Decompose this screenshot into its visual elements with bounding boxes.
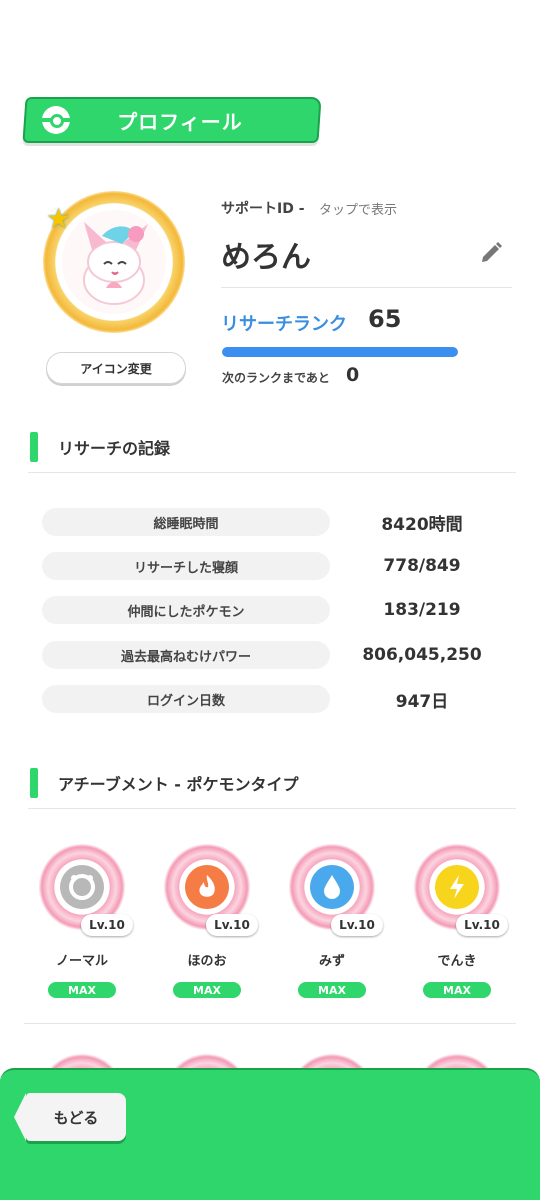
star-icon: ★ [46,202,72,235]
stat-value: 947日 [395,691,449,712]
section-accent-bar [30,768,38,798]
avatar [62,210,166,314]
badge-max-tag: MAX [298,982,366,998]
icon-change-button[interactable]: アイコン変更 [46,352,186,384]
badge-level: Lv.10 [331,914,383,936]
stat-label: 過去最高ねむけパワー [42,641,330,669]
records-section-title: リサーチの記録 [58,439,171,458]
pokeball-icon [42,106,70,134]
badge-name: でんき [437,954,477,969]
stat-row: ログイン日数 947日 [42,685,502,713]
stat-label: ログイン日数 [42,685,330,713]
type-badge-electric[interactable]: Lv.10 でんき MAX [414,844,508,1004]
badge-level: Lv.10 [81,914,133,936]
badge-max-tag: MAX [423,982,491,998]
support-id-reveal[interactable]: タップで表示 [319,199,397,218]
next-rank-value: 0 [346,364,360,386]
badge-max-tag: MAX [48,982,116,998]
normal-type-icon [60,865,104,909]
stat-label: 仲間にしたポケモン [42,596,330,624]
page-title: プロフィール [117,109,243,134]
divider [221,287,512,288]
type-badge-water[interactable]: Lv.10 みず MAX [289,844,383,1004]
next-rank-label: 次のランクまであと [222,371,330,385]
back-button[interactable]: もどる [14,1093,126,1141]
player-name: めろん [221,240,311,275]
stat-label: 総睡眠時間 [42,508,330,536]
stat-value: 8420時間 [381,514,463,535]
rank-progress-bar [222,347,458,357]
achievements-section-header: アチーブメント - ポケモンタイプ [30,768,299,798]
research-rank-value: 65 [368,305,402,333]
divider [28,808,516,809]
section-accent-bar [30,432,38,462]
badge-max-tag: MAX [173,982,241,998]
stat-label: リサーチした寝顔 [42,552,330,580]
badge-level: Lv.10 [456,914,508,936]
edit-pencil-icon[interactable] [478,240,504,266]
records-section-header: リサーチの記録 [30,432,170,462]
type-badge-normal[interactable]: Lv.10 ノーマル MAX [39,844,133,1004]
divider [24,1023,516,1024]
stat-value: 778/849 [383,556,461,576]
support-id-label: サポートID - [221,201,305,217]
badge-level: Lv.10 [206,914,258,936]
stat-row: 過去最高ねむけパワー 806,045,250 [42,641,502,669]
electric-type-icon [435,865,479,909]
water-type-icon [310,865,354,909]
stat-row: 総睡眠時間 8420時間 [42,508,502,536]
header: プロフィール [24,97,320,143]
type-badge-fire[interactable]: Lv.10 ほのお MAX [164,844,258,1004]
profile-screen: プロフィール ★ アイコン変更 サポートID - タップで表示 めろん リサーチ… [0,0,540,1200]
stat-value: 183/219 [383,600,461,620]
research-rank-label: リサーチランク [221,314,347,335]
badge-name: ノーマル [55,954,108,969]
fire-type-icon [185,865,229,909]
achievements-section-title: アチーブメント - ポケモンタイプ [58,775,299,794]
stat-row: 仲間にしたポケモン 183/219 [42,596,502,624]
badge-name: ほのお [187,954,227,969]
rank-progress-fill [222,347,458,357]
divider [28,472,516,473]
stat-value: 806,045,250 [362,645,482,665]
badge-name: みず [318,954,345,969]
stat-row: リサーチした寝顔 778/849 [42,552,502,580]
